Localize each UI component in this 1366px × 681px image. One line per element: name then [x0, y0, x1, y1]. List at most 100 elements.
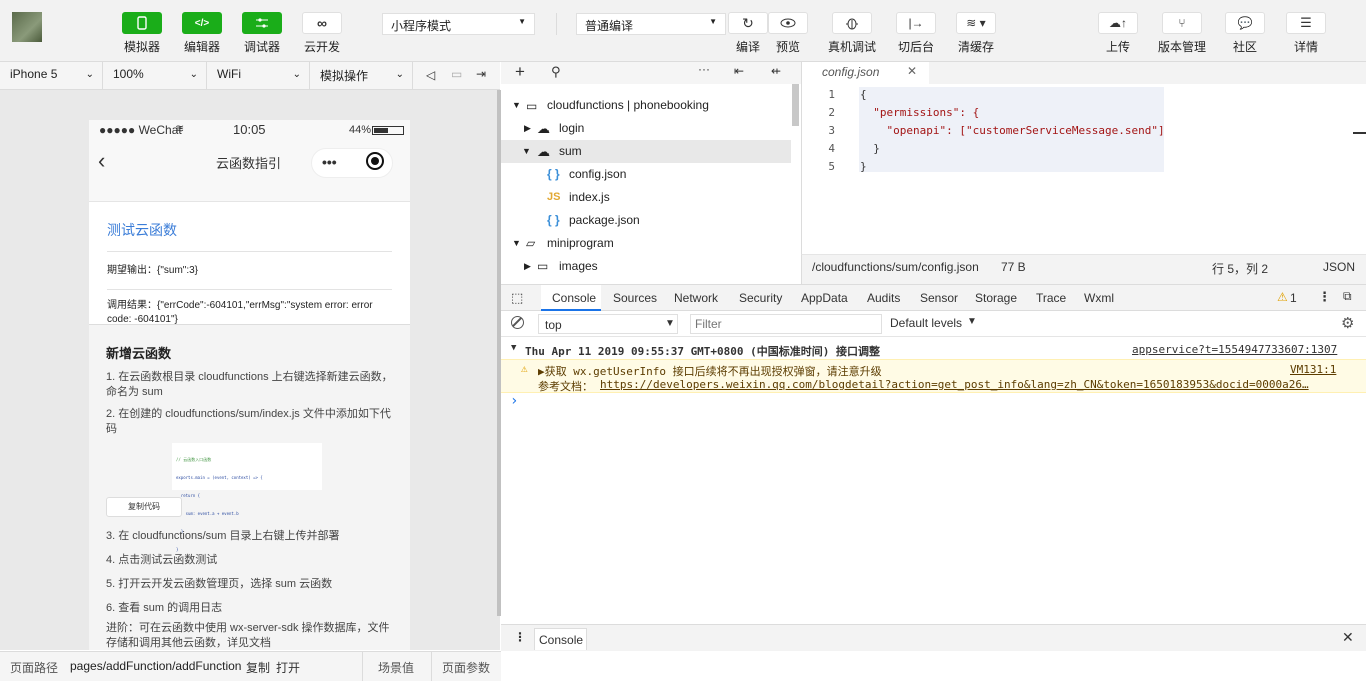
language-mode[interactable]: JSON: [1323, 260, 1355, 274]
hide-tree-icon[interactable]: ⇷: [771, 64, 781, 78]
remote-debug-label: 真机调试: [827, 40, 876, 54]
upload-button[interactable]: ☁↑ 上传: [1093, 12, 1143, 55]
branch-icon: ⑂: [1178, 16, 1186, 30]
divider: [431, 652, 432, 681]
tree-item-sum[interactable]: ▼ ☁ sum: [501, 140, 791, 163]
more-dots-icon[interactable]: •••: [322, 154, 337, 170]
tab-network[interactable]: Network: [674, 291, 718, 305]
close-icon[interactable]: ✕: [907, 64, 917, 78]
popout-icon[interactable]: ⇥: [476, 67, 486, 81]
code-snippet-image: // 云函数入口函数 exports.main = (event, contex…: [172, 443, 322, 552]
kebab-menu-icon[interactable]: ⋮: [1318, 289, 1331, 305]
editor-tab-config-json[interactable]: config.json ✕: [802, 62, 929, 84]
preview-button[interactable]: 预览: [763, 12, 813, 55]
background-button[interactable]: |→ 切后台: [891, 12, 941, 55]
version-label: 版本管理: [1157, 40, 1206, 54]
tab-appdata[interactable]: AppData: [801, 291, 848, 305]
back-arrow-icon[interactable]: ‹: [98, 150, 105, 172]
divider: [556, 13, 557, 35]
advanced-note: 进阶：可在云函数中使用 wx-server-sdk 操作数据库，文件存储和调用其…: [106, 622, 390, 649]
warning-icon[interactable]: ⚠: [1277, 290, 1288, 304]
tree-item-index-js[interactable]: JS index.js: [501, 186, 791, 209]
more-icon[interactable]: ···: [698, 62, 710, 76]
battery-level: 44%: [349, 124, 372, 136]
tree-item-cloudfunctions[interactable]: ▼ ▭ cloudfunctions | phonebooking: [501, 94, 791, 117]
tab-sensor[interactable]: Sensor: [920, 291, 958, 305]
tab-trace[interactable]: Trace: [1036, 291, 1066, 305]
community-button[interactable]: 💬 社区: [1220, 12, 1270, 55]
debugger-toggle[interactable]: 调试器: [237, 12, 287, 55]
line-number: 1: [828, 88, 835, 101]
operation-select[interactable]: 模拟操作 ⌄: [310, 62, 413, 89]
code-icon: </>: [194, 17, 210, 29]
zoom-select[interactable]: 100% ⌄: [103, 62, 207, 89]
code-editor[interactable]: 1 { 2 "permissions": { 3 "openapi": ["cu…: [801, 84, 1366, 254]
remote-debug-button[interactable]: 真机调试: [827, 12, 877, 55]
details-button[interactable]: ☰ 详情: [1281, 12, 1331, 55]
cloud-dev-button[interactable]: ∞ 云开发: [297, 12, 347, 55]
tab-sources[interactable]: Sources: [613, 291, 657, 305]
editor-toggle[interactable]: </> 编辑器: [177, 12, 227, 55]
page-params-button[interactable]: 页面参数: [442, 659, 490, 676]
console-prompt[interactable]: ›: [510, 393, 518, 409]
warning-doc-link[interactable]: https://developers.weixin.qq.com/blogdet…: [600, 378, 1309, 391]
nav-title: 云函数指引: [216, 156, 282, 171]
tab-audits[interactable]: Audits: [867, 291, 900, 305]
collapse-icon[interactable]: ⇤: [734, 64, 744, 78]
copy-code-button[interactable]: 复制代码: [106, 497, 182, 517]
caret-down-icon: ▼: [518, 17, 526, 26]
gear-icon[interactable]: ⚙: [1341, 314, 1354, 332]
cursor-position[interactable]: 行 5，列 2: [1212, 260, 1268, 277]
file-size: 77 B: [1001, 260, 1026, 274]
drawer-tab-console[interactable]: Console: [534, 628, 587, 650]
window-icon[interactable]: ▭: [451, 67, 462, 81]
phone-icon: [137, 16, 147, 30]
tree-label: package.json: [569, 213, 640, 227]
caret-down-icon: ▼: [665, 318, 675, 329]
tree-scrollbar[interactable]: [792, 84, 799, 126]
log-source-link[interactable]: appservice?t=1554947733607:1307: [1132, 343, 1337, 356]
warning-source-link[interactable]: VM131:1: [1290, 363, 1336, 376]
menu-icon: ☰: [1300, 15, 1312, 30]
tree-label: config.json: [569, 167, 627, 181]
add-icon[interactable]: +: [515, 62, 525, 82]
open-path-link[interactable]: 打开: [276, 659, 300, 676]
clear-console-icon[interactable]: [511, 316, 524, 329]
device-select[interactable]: iPhone 5 ⌄: [0, 62, 103, 89]
tab-security[interactable]: Security: [739, 291, 782, 305]
inspect-icon[interactable]: ⬚: [511, 290, 523, 306]
mode-select[interactable]: 小程序模式 ▼: [382, 13, 535, 35]
tab-storage[interactable]: Storage: [975, 291, 1017, 305]
tree-item-login[interactable]: ▶ ☁ login: [501, 117, 791, 140]
tree-label: images: [559, 259, 598, 273]
kebab-menu-icon[interactable]: ⋮: [514, 630, 526, 644]
search-icon[interactable]: ⚲: [551, 64, 561, 80]
close-icon[interactable]: ✕: [1342, 629, 1354, 646]
context-select[interactable]: top ▼: [538, 314, 678, 334]
tab-console[interactable]: Console: [541, 285, 601, 311]
avatar[interactable]: [12, 12, 42, 42]
compile-select[interactable]: 普通编译 ▼: [576, 13, 726, 35]
log-group-row[interactable]: ▼ Thu Apr 11 2019 09:55:37 GMT+0800 (中国标…: [501, 341, 1366, 359]
close-target-icon[interactable]: [366, 152, 384, 170]
version-button[interactable]: ⑂ 版本管理: [1157, 12, 1207, 55]
clear-cache-button[interactable]: ≋ ▾ 清缓存: [951, 12, 1001, 55]
copy-path-link[interactable]: 复制: [246, 659, 270, 676]
network-select[interactable]: WiFi ⌄: [207, 62, 310, 89]
tree-item-miniprogram[interactable]: ▼ ▱ miniprogram: [501, 232, 791, 255]
dock-icon[interactable]: ⧉: [1343, 289, 1352, 304]
phone-nav-bar: ‹ 云函数指引 •••: [89, 140, 410, 202]
scene-value-button[interactable]: 场景值: [378, 659, 414, 676]
page-path-label: 页面路径: [10, 661, 59, 675]
tab-wxml[interactable]: Wxml: [1084, 291, 1114, 305]
console-drawer: ⋮ Console ✕: [501, 624, 1366, 651]
simulator-toggle[interactable]: 模拟器: [117, 12, 167, 55]
step-2: 2. 在创建的 cloudfunctions/sum/index.js 文件中添…: [106, 408, 391, 435]
tree-item-images[interactable]: ▶ ▭ images: [501, 255, 791, 278]
tree-item-package-json[interactable]: { } package.json: [501, 209, 791, 232]
sound-icon[interactable]: ◁: [426, 68, 435, 82]
test-cloud-function-link[interactable]: 测试云函数: [107, 222, 392, 238]
log-levels-select[interactable]: Default levels: [890, 316, 962, 330]
console-filter-input[interactable]: [690, 314, 882, 334]
tree-item-config-json[interactable]: { } config.json: [501, 163, 791, 186]
